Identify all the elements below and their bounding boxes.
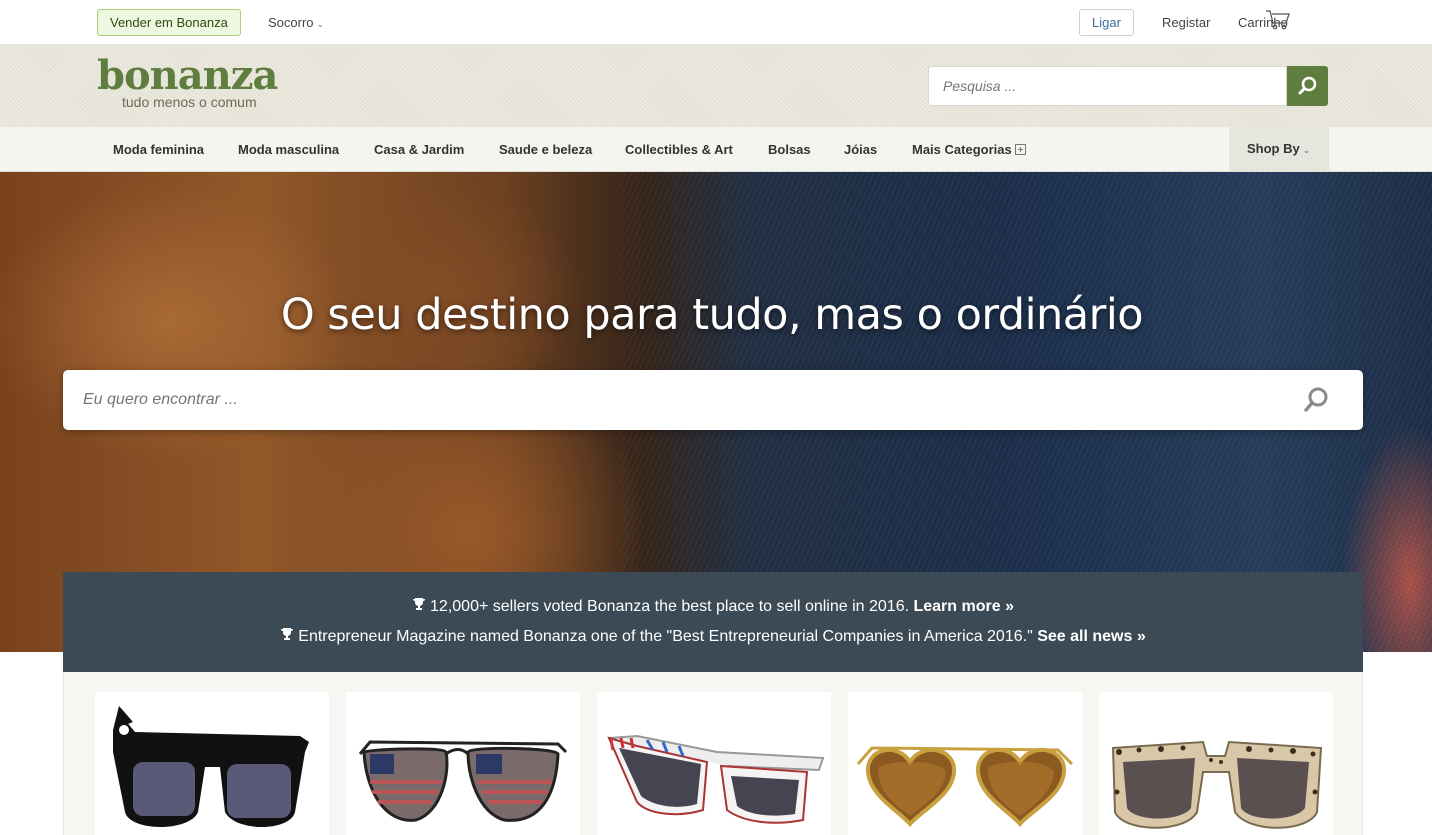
product-card[interactable] bbox=[1099, 692, 1333, 835]
site-header: bonanza tudo menos o comum bbox=[0, 45, 1432, 127]
header-search-field[interactable] bbox=[928, 66, 1287, 106]
leopard-print-sunglasses-icon bbox=[1111, 740, 1323, 829]
chevron-down-icon: ⌄ bbox=[316, 19, 325, 29]
chevron-down-icon: ⌄ bbox=[1302, 145, 1311, 155]
cat-ear-sunglasses-icon bbox=[113, 706, 309, 827]
see-all-news-link[interactable]: See all news » bbox=[1037, 628, 1146, 645]
hero-search-field[interactable] bbox=[63, 370, 1363, 430]
help-label: Socorro bbox=[268, 15, 314, 30]
category-more[interactable]: Mais Categorias bbox=[912, 142, 1026, 157]
announcement-text: 12,000+ sellers voted Bonanza the best p… bbox=[430, 598, 910, 615]
login-button[interactable]: Ligar bbox=[1079, 9, 1134, 36]
register-link[interactable]: Registar bbox=[1162, 15, 1210, 30]
announcement-text: Entrepreneur Magazine named Bonanza one … bbox=[298, 628, 1033, 645]
american-flag-aviator-sunglasses-icon bbox=[358, 740, 568, 822]
hero-title: O seu destino para tudo, mas o ordinário bbox=[280, 290, 1144, 340]
logo-tagline: tudo menos o comum bbox=[122, 94, 257, 110]
shopping-cart-icon[interactable] bbox=[1265, 9, 1291, 31]
category-moda-feminina[interactable]: Moda feminina bbox=[113, 142, 204, 157]
product-card[interactable] bbox=[346, 692, 580, 835]
bonanza-logo[interactable]: bonanza bbox=[97, 53, 278, 99]
header-search-input[interactable] bbox=[929, 67, 1286, 105]
top-bar: Vender em Bonanza Socorro ⌄ Ligar Regista… bbox=[0, 0, 1432, 45]
trophy-icon bbox=[280, 627, 294, 646]
newspaper-print-sunglasses-icon bbox=[607, 734, 825, 824]
help-dropdown[interactable]: Socorro ⌄ bbox=[268, 15, 324, 30]
category-collectibles-art[interactable]: Collectibles & Art bbox=[625, 142, 733, 157]
announcement-line: Entrepreneur Magazine named Bonanza one … bbox=[63, 627, 1363, 646]
announcement-line: 12,000+ sellers voted Bonanza the best p… bbox=[63, 597, 1363, 616]
heart-shaped-sunglasses-icon bbox=[856, 746, 1074, 828]
category-casa-jardim[interactable]: Casa & Jardim bbox=[374, 142, 464, 157]
announcement-bar: 12,000+ sellers voted Bonanza the best p… bbox=[63, 572, 1363, 672]
category-nav: Moda feminina Moda masculina Casa & Jard… bbox=[0, 127, 1432, 172]
category-joias[interactable]: Jóias bbox=[844, 142, 877, 157]
shop-by-label: Shop By bbox=[1247, 141, 1300, 156]
hero-search-input[interactable] bbox=[63, 370, 1283, 430]
product-grid bbox=[63, 672, 1363, 835]
sell-on-bonanza-button[interactable]: Vender em Bonanza bbox=[97, 9, 241, 36]
category-more-label: Mais Categorias bbox=[912, 142, 1012, 157]
shop-by-dropdown[interactable]: Shop By ⌄ bbox=[1229, 127, 1329, 171]
trophy-icon bbox=[412, 597, 426, 616]
product-card[interactable] bbox=[597, 692, 831, 835]
product-card[interactable] bbox=[848, 692, 1082, 835]
category-bolsas[interactable]: Bolsas bbox=[768, 142, 811, 157]
learn-more-link[interactable]: Learn more » bbox=[913, 598, 1013, 615]
product-card[interactable] bbox=[95, 692, 329, 835]
category-saude-beleza[interactable]: Saude e beleza bbox=[499, 142, 592, 157]
search-icon[interactable] bbox=[1299, 384, 1333, 416]
category-moda-masculina[interactable]: Moda masculina bbox=[238, 142, 339, 157]
search-icon bbox=[1298, 76, 1317, 95]
plus-box-icon bbox=[1014, 144, 1026, 155]
header-search-button[interactable] bbox=[1287, 66, 1328, 106]
